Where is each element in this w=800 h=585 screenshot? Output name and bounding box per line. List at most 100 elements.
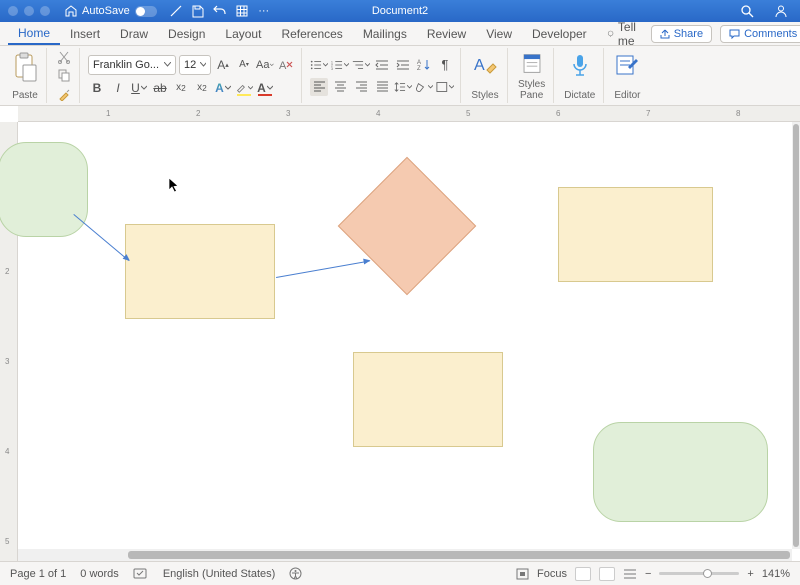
align-right-icon[interactable] <box>352 78 370 96</box>
bullets-icon[interactable] <box>310 56 328 74</box>
sort-icon[interactable]: AZ <box>415 56 433 74</box>
status-words[interactable]: 0 words <box>80 568 119 580</box>
change-case-icon[interactable]: Aa <box>256 56 274 74</box>
undo-icon[interactable] <box>213 4 227 18</box>
autosave-switch[interactable] <box>135 6 157 17</box>
shading-icon[interactable] <box>415 78 433 96</box>
tab-draw[interactable]: Draw <box>110 22 158 45</box>
grid-icon[interactable] <box>235 4 249 18</box>
status-bar: Page 1 of 1 0 words English (United Stat… <box>0 561 800 585</box>
status-language[interactable]: English (United States) <box>163 568 276 580</box>
tab-tellme[interactable]: Tell me <box>597 22 651 45</box>
tab-home[interactable]: Home <box>8 22 60 45</box>
user-icon[interactable] <box>774 4 788 18</box>
accessibility-icon[interactable] <box>289 567 302 580</box>
shape-rect-3[interactable] <box>353 352 503 447</box>
view-print-icon[interactable] <box>575 567 591 581</box>
scrollbar-horizontal[interactable] <box>18 549 792 561</box>
save-icon[interactable] <box>191 4 205 18</box>
underline-icon[interactable]: U <box>130 79 148 97</box>
multilevel-icon[interactable] <box>352 56 370 74</box>
shape-diamond[interactable] <box>338 157 477 296</box>
subscript-icon[interactable]: x2 <box>172 79 190 97</box>
share-button[interactable]: Share <box>651 25 712 43</box>
connector-arrow-2[interactable] <box>276 261 370 278</box>
indent-icon[interactable] <box>394 56 412 74</box>
zoom-in-icon[interactable]: + <box>747 568 753 580</box>
superscript-icon[interactable]: x2 <box>193 79 211 97</box>
format-painter-icon[interactable] <box>55 87 73 101</box>
strikethrough-icon[interactable]: ab <box>151 79 169 97</box>
dictate-group[interactable]: Dictate <box>556 48 604 103</box>
highlight-icon[interactable] <box>235 79 253 97</box>
tab-insert[interactable]: Insert <box>60 22 110 45</box>
tab-view[interactable]: View <box>476 22 522 45</box>
line-tool-icon[interactable] <box>169 4 183 18</box>
shape-rounded-rect-2[interactable] <box>593 422 768 522</box>
styles-pane-group[interactable]: Styles Pane <box>510 48 554 103</box>
clear-format-icon[interactable]: A <box>277 56 295 74</box>
status-zoom[interactable]: 141% <box>762 568 790 580</box>
grow-font-icon[interactable]: A▴ <box>214 56 232 74</box>
document-title: Document2 <box>372 5 428 17</box>
comments-button[interactable]: Comments <box>720 25 800 43</box>
styles-pane-label: Styles Pane <box>518 79 545 101</box>
editor-group[interactable]: Editor <box>606 48 648 103</box>
line-spacing-icon[interactable] <box>394 78 412 96</box>
shape-rect-2[interactable] <box>558 187 713 282</box>
connector-arrow-1[interactable] <box>73 214 129 261</box>
align-left-icon[interactable] <box>310 78 328 96</box>
zoom-slider[interactable] <box>659 572 739 575</box>
close-dot[interactable] <box>8 6 18 16</box>
show-marks-icon[interactable]: ¶ <box>436 56 454 74</box>
numbering-icon[interactable]: 123 <box>331 56 349 74</box>
tab-mailings[interactable]: Mailings <box>353 22 417 45</box>
status-focus[interactable]: Focus <box>537 568 567 580</box>
cut-icon[interactable] <box>55 50 73 64</box>
paste-icon[interactable] <box>12 52 38 82</box>
svg-text:A: A <box>279 60 287 72</box>
clipboard-group: Paste <box>4 48 47 103</box>
zoom-out-icon[interactable]: − <box>645 568 651 580</box>
shape-rect-1[interactable] <box>125 224 275 319</box>
tab-developer[interactable]: Developer <box>522 22 597 45</box>
zoom-dot[interactable] <box>40 6 50 16</box>
autosave-toggle[interactable]: AutoSave <box>82 5 157 17</box>
search-icon[interactable] <box>740 4 754 18</box>
view-outline-icon[interactable] <box>623 568 637 580</box>
more-icon[interactable]: ··· <box>257 4 271 18</box>
editor-label: Editor <box>614 90 640 101</box>
status-page[interactable]: Page 1 of 1 <box>10 568 66 580</box>
copy-icon[interactable] <box>55 68 73 82</box>
tab-design[interactable]: Design <box>158 22 215 45</box>
window-controls[interactable] <box>8 6 50 16</box>
tab-references[interactable]: References <box>271 22 352 45</box>
shape-rounded-rect-1[interactable] <box>0 142 88 237</box>
view-web-icon[interactable] <box>599 567 615 581</box>
font-color-icon[interactable]: A <box>256 79 274 97</box>
spell-check-icon[interactable] <box>133 567 149 580</box>
text-effects-icon[interactable]: A <box>214 79 232 97</box>
ruler-horizontal[interactable]: 1 2 3 4 5 6 7 8 <box>18 106 800 122</box>
styles-group[interactable]: A Styles <box>463 48 508 103</box>
borders-icon[interactable] <box>436 78 454 96</box>
outdent-icon[interactable] <box>373 56 391 74</box>
tab-review[interactable]: Review <box>417 22 476 45</box>
italic-icon[interactable]: I <box>109 79 127 97</box>
justify-icon[interactable] <box>373 78 391 96</box>
clipboard-minor <box>49 48 80 103</box>
font-family-combo[interactable]: Franklin Go... <box>88 55 176 75</box>
focus-icon[interactable] <box>516 568 529 580</box>
styles-pane-icon <box>520 52 544 75</box>
bold-icon[interactable]: B <box>88 79 106 97</box>
scrollbar-vertical[interactable] <box>792 122 800 549</box>
align-center-icon[interactable] <box>331 78 349 96</box>
shrink-font-icon[interactable]: A▾ <box>235 56 253 74</box>
ribbon-toolbar: Paste Franklin Go... 12 A▴ A▾ Aa A B I U… <box>0 46 800 106</box>
document-canvas[interactable] <box>18 122 792 561</box>
tab-layout[interactable]: Layout <box>215 22 271 45</box>
home-icon[interactable] <box>64 4 78 18</box>
minimize-dot[interactable] <box>24 6 34 16</box>
font-size-combo[interactable]: 12 <box>179 55 211 75</box>
autosave-label: AutoSave <box>82 5 130 17</box>
